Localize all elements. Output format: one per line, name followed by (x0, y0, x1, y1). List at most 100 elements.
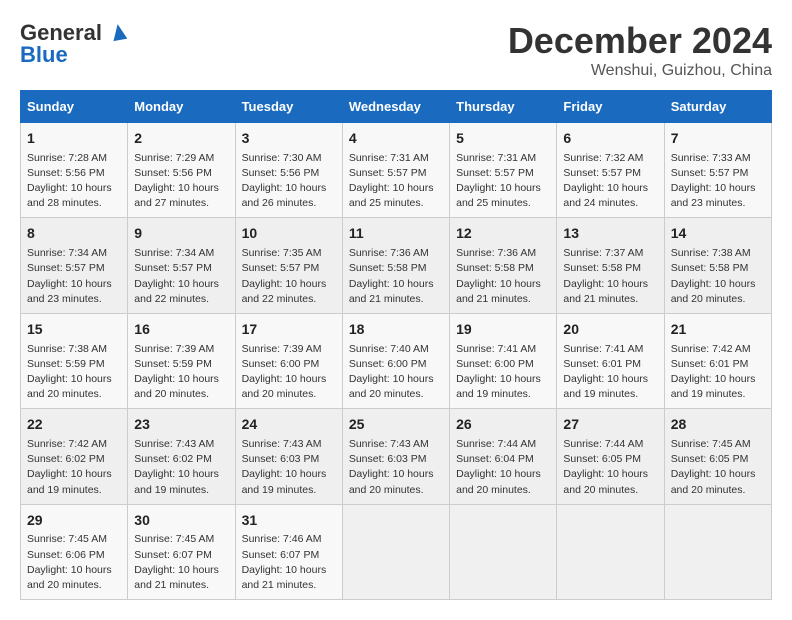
calendar-cell: 31Sunrise: 7:46 AM Sunset: 6:07 PM Dayli… (235, 504, 342, 599)
calendar-cell: 18Sunrise: 7:40 AM Sunset: 6:00 PM Dayli… (342, 313, 449, 408)
calendar-cell: 9Sunrise: 7:34 AM Sunset: 5:57 PM Daylig… (128, 218, 235, 313)
calendar-header-row: SundayMondayTuesdayWednesdayThursdayFrid… (21, 91, 772, 123)
calendar-cell: 3Sunrise: 7:30 AM Sunset: 5:56 PM Daylig… (235, 123, 342, 218)
day-number: 23 (134, 415, 228, 435)
calendar-cell: 2Sunrise: 7:29 AM Sunset: 5:56 PM Daylig… (128, 123, 235, 218)
day-number: 24 (242, 415, 336, 435)
calendar-cell: 10Sunrise: 7:35 AM Sunset: 5:57 PM Dayli… (235, 218, 342, 313)
logo-flag-icon (108, 22, 130, 44)
header-thursday: Thursday (450, 91, 557, 123)
calendar-cell: 24Sunrise: 7:43 AM Sunset: 6:03 PM Dayli… (235, 409, 342, 504)
day-info: Sunrise: 7:44 AM Sunset: 6:05 PM Dayligh… (563, 437, 657, 498)
calendar-cell: 6Sunrise: 7:32 AM Sunset: 5:57 PM Daylig… (557, 123, 664, 218)
day-number: 11 (349, 224, 443, 244)
calendar-cell: 21Sunrise: 7:42 AM Sunset: 6:01 PM Dayli… (664, 313, 771, 408)
day-info: Sunrise: 7:34 AM Sunset: 5:57 PM Dayligh… (134, 246, 228, 307)
calendar-cell: 1Sunrise: 7:28 AM Sunset: 5:56 PM Daylig… (21, 123, 128, 218)
calendar-cell: 16Sunrise: 7:39 AM Sunset: 5:59 PM Dayli… (128, 313, 235, 408)
day-info: Sunrise: 7:38 AM Sunset: 5:59 PM Dayligh… (27, 342, 121, 403)
calendar-table: SundayMondayTuesdayWednesdayThursdayFrid… (20, 90, 772, 600)
header-wednesday: Wednesday (342, 91, 449, 123)
day-number: 10 (242, 224, 336, 244)
day-info: Sunrise: 7:43 AM Sunset: 6:03 PM Dayligh… (349, 437, 443, 498)
day-number: 2 (134, 129, 228, 149)
day-number: 26 (456, 415, 550, 435)
day-number: 15 (27, 320, 121, 340)
calendar-cell: 28Sunrise: 7:45 AM Sunset: 6:05 PM Dayli… (664, 409, 771, 504)
calendar-cell: 27Sunrise: 7:44 AM Sunset: 6:05 PM Dayli… (557, 409, 664, 504)
day-info: Sunrise: 7:40 AM Sunset: 6:00 PM Dayligh… (349, 342, 443, 403)
calendar-cell: 12Sunrise: 7:36 AM Sunset: 5:58 PM Dayli… (450, 218, 557, 313)
calendar-cell: 15Sunrise: 7:38 AM Sunset: 5:59 PM Dayli… (21, 313, 128, 408)
day-info: Sunrise: 7:34 AM Sunset: 5:57 PM Dayligh… (27, 246, 121, 307)
day-number: 27 (563, 415, 657, 435)
calendar-week-row: 8Sunrise: 7:34 AM Sunset: 5:57 PM Daylig… (21, 218, 772, 313)
day-info: Sunrise: 7:44 AM Sunset: 6:04 PM Dayligh… (456, 437, 550, 498)
day-number: 29 (27, 511, 121, 531)
day-info: Sunrise: 7:41 AM Sunset: 6:01 PM Dayligh… (563, 342, 657, 403)
logo-blue: Blue (20, 42, 68, 68)
calendar-cell: 29Sunrise: 7:45 AM Sunset: 6:06 PM Dayli… (21, 504, 128, 599)
calendar-cell: 25Sunrise: 7:43 AM Sunset: 6:03 PM Dayli… (342, 409, 449, 504)
day-number: 5 (456, 129, 550, 149)
day-number: 30 (134, 511, 228, 531)
calendar-cell (557, 504, 664, 599)
day-number: 8 (27, 224, 121, 244)
day-number: 28 (671, 415, 765, 435)
day-info: Sunrise: 7:38 AM Sunset: 5:58 PM Dayligh… (671, 246, 765, 307)
calendar-cell: 5Sunrise: 7:31 AM Sunset: 5:57 PM Daylig… (450, 123, 557, 218)
day-number: 4 (349, 129, 443, 149)
calendar-cell: 20Sunrise: 7:41 AM Sunset: 6:01 PM Dayli… (557, 313, 664, 408)
day-info: Sunrise: 7:43 AM Sunset: 6:02 PM Dayligh… (134, 437, 228, 498)
day-number: 22 (27, 415, 121, 435)
day-number: 7 (671, 129, 765, 149)
day-number: 14 (671, 224, 765, 244)
day-info: Sunrise: 7:45 AM Sunset: 6:07 PM Dayligh… (134, 532, 228, 593)
day-info: Sunrise: 7:39 AM Sunset: 6:00 PM Dayligh… (242, 342, 336, 403)
header-monday: Monday (128, 91, 235, 123)
title-section: December 2024 Wenshui, Guizhou, China (508, 20, 772, 80)
day-info: Sunrise: 7:32 AM Sunset: 5:57 PM Dayligh… (563, 151, 657, 212)
calendar-cell (342, 504, 449, 599)
day-info: Sunrise: 7:31 AM Sunset: 5:57 PM Dayligh… (349, 151, 443, 212)
day-info: Sunrise: 7:36 AM Sunset: 5:58 PM Dayligh… (349, 246, 443, 307)
day-number: 3 (242, 129, 336, 149)
day-info: Sunrise: 7:41 AM Sunset: 6:00 PM Dayligh… (456, 342, 550, 403)
day-number: 25 (349, 415, 443, 435)
calendar-week-row: 22Sunrise: 7:42 AM Sunset: 6:02 PM Dayli… (21, 409, 772, 504)
calendar-cell: 14Sunrise: 7:38 AM Sunset: 5:58 PM Dayli… (664, 218, 771, 313)
calendar-cell: 7Sunrise: 7:33 AM Sunset: 5:57 PM Daylig… (664, 123, 771, 218)
calendar-week-row: 15Sunrise: 7:38 AM Sunset: 5:59 PM Dayli… (21, 313, 772, 408)
day-number: 19 (456, 320, 550, 340)
calendar-cell: 11Sunrise: 7:36 AM Sunset: 5:58 PM Dayli… (342, 218, 449, 313)
calendar-week-row: 29Sunrise: 7:45 AM Sunset: 6:06 PM Dayli… (21, 504, 772, 599)
day-info: Sunrise: 7:28 AM Sunset: 5:56 PM Dayligh… (27, 151, 121, 212)
header-saturday: Saturday (664, 91, 771, 123)
day-info: Sunrise: 7:46 AM Sunset: 6:07 PM Dayligh… (242, 532, 336, 593)
location-title: Wenshui, Guizhou, China (508, 62, 772, 80)
day-number: 6 (563, 129, 657, 149)
day-info: Sunrise: 7:45 AM Sunset: 6:06 PM Dayligh… (27, 532, 121, 593)
day-info: Sunrise: 7:29 AM Sunset: 5:56 PM Dayligh… (134, 151, 228, 212)
day-info: Sunrise: 7:30 AM Sunset: 5:56 PM Dayligh… (242, 151, 336, 212)
day-info: Sunrise: 7:37 AM Sunset: 5:58 PM Dayligh… (563, 246, 657, 307)
day-number: 1 (27, 129, 121, 149)
day-number: 18 (349, 320, 443, 340)
day-info: Sunrise: 7:43 AM Sunset: 6:03 PM Dayligh… (242, 437, 336, 498)
day-info: Sunrise: 7:31 AM Sunset: 5:57 PM Dayligh… (456, 151, 550, 212)
calendar-cell: 13Sunrise: 7:37 AM Sunset: 5:58 PM Dayli… (557, 218, 664, 313)
calendar-cell (664, 504, 771, 599)
day-number: 20 (563, 320, 657, 340)
calendar-cell (450, 504, 557, 599)
calendar-cell: 30Sunrise: 7:45 AM Sunset: 6:07 PM Dayli… (128, 504, 235, 599)
calendar-cell: 4Sunrise: 7:31 AM Sunset: 5:57 PM Daylig… (342, 123, 449, 218)
day-number: 31 (242, 511, 336, 531)
logo: General Blue (20, 20, 130, 68)
month-title: December 2024 (508, 20, 772, 62)
calendar-week-row: 1Sunrise: 7:28 AM Sunset: 5:56 PM Daylig… (21, 123, 772, 218)
day-info: Sunrise: 7:42 AM Sunset: 6:01 PM Dayligh… (671, 342, 765, 403)
day-number: 13 (563, 224, 657, 244)
header-tuesday: Tuesday (235, 91, 342, 123)
day-info: Sunrise: 7:39 AM Sunset: 5:59 PM Dayligh… (134, 342, 228, 403)
day-number: 9 (134, 224, 228, 244)
